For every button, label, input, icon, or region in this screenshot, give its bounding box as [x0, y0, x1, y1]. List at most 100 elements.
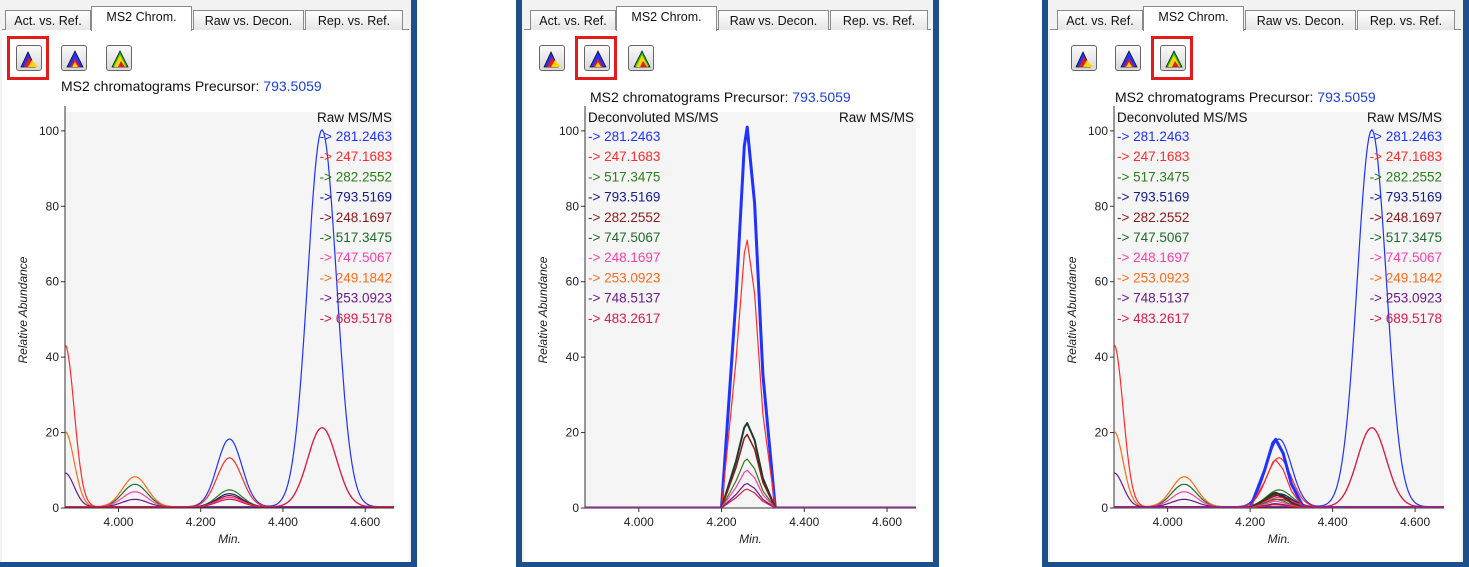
- legend-item: -> 517.3475: [1117, 169, 1189, 184]
- y-axis-label: Relative Abundance: [1065, 256, 1079, 363]
- legend-item: -> 517.3475: [588, 169, 660, 184]
- y-tick-label: 40: [566, 350, 580, 364]
- legend-item: -> 483.2617: [1117, 311, 1189, 326]
- overlay-view-button[interactable]: [628, 45, 654, 71]
- peak-icon: [1120, 50, 1138, 68]
- tab-ms2-chrom[interactable]: MS2 Chrom.: [616, 6, 717, 31]
- legend-item: -> 282.2552: [1117, 210, 1189, 225]
- legend-item: -> 748.5137: [1117, 291, 1189, 306]
- legend-item: -> 793.5169: [1370, 190, 1442, 205]
- x-tick-label: 4.600: [350, 515, 380, 529]
- selected-button-highlight: [575, 36, 617, 80]
- x-tick-label: 4.000: [103, 515, 133, 529]
- legend-item: -> 517.3475: [1370, 230, 1442, 245]
- raw-view-button[interactable]: [1071, 45, 1097, 71]
- overlay-view-button[interactable]: [106, 45, 132, 71]
- legend-header: Deconvoluted MS/MS: [588, 110, 719, 125]
- chromatogram-plot: 0 20 40 60 80 100 4.000 4.200 4.400 4.600 Min. Rela…: [16, 106, 394, 546]
- legend-header: Deconvoluted MS/MS: [1117, 110, 1248, 125]
- y-tick-label: 100: [1088, 124, 1108, 138]
- x-tick-label: 4.400: [1318, 515, 1348, 529]
- legend-item: -> 747.5067: [588, 230, 660, 245]
- legend-header: Raw MS/MS: [317, 110, 392, 125]
- legend-item: -> 253.0923: [588, 270, 660, 285]
- selected-button-highlight: [1151, 36, 1193, 80]
- y-tick-label: 80: [566, 199, 580, 213]
- legend-item: -> 248.1697: [1370, 210, 1442, 225]
- legend-item: -> 793.5169: [320, 190, 392, 205]
- legend-header: Raw MS/MS: [839, 110, 914, 125]
- legend-item: -> 247.1683: [1117, 149, 1189, 164]
- legend-item: -> 517.3475: [320, 230, 392, 245]
- y-tick-label: 60: [1095, 275, 1109, 289]
- legend-item: -> 747.5067: [1117, 230, 1189, 245]
- legend-item: -> 747.5067: [320, 250, 392, 265]
- y-tick-label: 0: [572, 501, 579, 515]
- x-tick-label: 4.000: [1153, 515, 1183, 529]
- x-tick-label: 4.200: [707, 515, 737, 529]
- legend-item: -> 282.2552: [588, 210, 660, 225]
- x-tick-label: 4.400: [789, 515, 819, 529]
- legend-item: -> 281.2463: [588, 129, 660, 144]
- peak-icon: [111, 50, 129, 68]
- peak-icon: [633, 50, 651, 68]
- y-tick-label: 40: [46, 350, 60, 364]
- legend-item: -> 253.0923: [320, 291, 392, 306]
- legend-item: -> 281.2463: [320, 129, 392, 144]
- legend-header: Raw MS/MS: [1367, 110, 1442, 125]
- legend-item: -> 247.1683: [588, 149, 660, 164]
- y-axis-label: Relative Abundance: [536, 256, 550, 363]
- decon-view-button[interactable]: [1115, 45, 1141, 71]
- y-tick-label: 20: [1095, 426, 1109, 440]
- selected-button-highlight: [7, 36, 49, 80]
- legend-item: -> 249.1842: [320, 270, 392, 285]
- peak-icon: [66, 50, 84, 68]
- legend-item: -> 689.5178: [320, 311, 392, 326]
- legend-item: -> 247.1683: [1370, 149, 1442, 164]
- x-axis-label: Min.: [218, 532, 241, 546]
- x-axis-label: Min.: [1268, 532, 1291, 546]
- legend-item: -> 282.2552: [320, 169, 392, 184]
- y-tick-label: 100: [39, 124, 59, 138]
- y-tick-label: 60: [46, 275, 60, 289]
- peak-icon: [1075, 51, 1093, 68]
- legend-item: -> 483.2617: [588, 311, 660, 326]
- x-tick-label: 4.600: [1400, 515, 1430, 529]
- y-tick-label: 60: [566, 275, 580, 289]
- legend-item: -> 249.1842: [1370, 270, 1442, 285]
- legend-item: -> 248.1697: [588, 250, 660, 265]
- legend-item: -> 248.1697: [320, 210, 392, 225]
- legend-item: -> 281.2463: [1370, 129, 1442, 144]
- chrom-panel-1: Act. vs. Ref. MS2 Chrom. Raw vs. Decon. …: [0, 0, 417, 567]
- y-tick-label: 100: [559, 124, 579, 138]
- legend-item: -> 248.1697: [1117, 250, 1189, 265]
- tab-ms2-chrom[interactable]: MS2 Chrom.: [91, 6, 192, 31]
- x-tick-label: 4.600: [872, 515, 902, 529]
- legend-item: -> 253.0923: [1370, 291, 1442, 306]
- chromatogram-plot: 0 20 40 60 80 100 4.000 4.200 4.400 4.600 Min. Rela…: [536, 106, 916, 546]
- y-tick-label: 20: [566, 426, 580, 440]
- x-tick-label: 4.400: [268, 515, 298, 529]
- legend-item: -> 282.2552: [1370, 169, 1442, 184]
- legend-item: -> 689.5178: [1370, 311, 1442, 326]
- peak-icon: [543, 51, 561, 68]
- legend-item: -> 793.5169: [588, 190, 660, 205]
- x-tick-label: 4.200: [186, 515, 216, 529]
- raw-view-button[interactable]: [539, 45, 565, 71]
- y-tick-label: 0: [1101, 501, 1108, 515]
- chromatogram-plot: 0 20 40 60 80 100 4.000 4.200 4.400 4.600 Min. Rela…: [1065, 106, 1444, 546]
- chrom-panel-3: Act. vs. Ref. MS2 Chrom. Raw vs. Decon. …: [1042, 0, 1469, 567]
- tab-ms2-chrom[interactable]: MS2 Chrom.: [1143, 6, 1244, 31]
- y-tick-label: 20: [46, 426, 60, 440]
- decon-view-button[interactable]: [61, 45, 87, 71]
- legend-item: -> 748.5137: [588, 291, 660, 306]
- x-tick-label: 4.200: [1235, 515, 1265, 529]
- y-axis-label: Relative Abundance: [16, 256, 30, 363]
- y-tick-label: 80: [46, 199, 60, 213]
- x-tick-label: 4.000: [624, 515, 654, 529]
- x-axis-label: Min.: [739, 532, 762, 546]
- y-tick-label: 40: [1095, 350, 1109, 364]
- chrom-panel-2: Act. vs. Ref. MS2 Chrom. Raw vs. Decon. …: [516, 0, 939, 567]
- legend-item: -> 247.1683: [320, 149, 392, 164]
- y-tick-label: 0: [52, 501, 59, 515]
